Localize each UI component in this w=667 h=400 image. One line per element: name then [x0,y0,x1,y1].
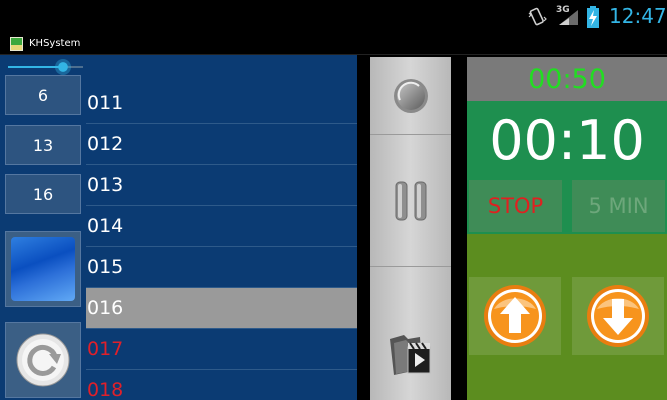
list-item[interactable]: 011 [86,83,357,124]
blue-square-icon [11,237,75,301]
stop-button[interactable]: STOP [469,180,562,232]
secondary-timer: 00:50 [467,57,667,101]
number-button-2[interactable]: 13 [5,125,81,165]
arrow-controls [467,234,667,400]
arrow-down-icon [587,285,649,347]
action-bar: KHSystem [0,33,667,55]
number-button-3[interactable]: 16 [5,174,81,214]
blue-square-button[interactable] [5,231,81,307]
list-item[interactable]: 012 [86,124,357,165]
main-timer: 00:10 [467,101,667,180]
media-controls [370,57,451,400]
record-button-icon [393,78,428,113]
timer-panel: 00:50 00:10 STOP 5 MIN [467,57,667,400]
refresh-button[interactable] [5,322,81,398]
song-list: 011 012 013 014 015 016 017 018 [86,83,357,400]
decrease-button[interactable] [572,277,664,355]
list-item[interactable]: 017 [86,329,357,370]
refresh-icon [16,333,70,387]
record-button[interactable] [370,57,451,134]
list-item[interactable]: 014 [86,206,357,247]
list-item[interactable]: 015 [86,247,357,288]
increase-button[interactable] [469,277,561,355]
five-min-button[interactable]: 5 MIN [572,180,665,232]
video-folder-button[interactable] [370,267,451,400]
vibrate-icon [528,7,547,26]
list-item[interactable]: 013 [86,165,357,206]
arrow-up-icon [484,285,546,347]
status-time: 12:47 [609,4,667,28]
battery-charging-icon [587,6,599,28]
number-button-1[interactable]: 6 [5,75,81,115]
app-title: KHSystem [29,38,81,49]
timer-controls: STOP 5 MIN [467,180,667,234]
left-panel: 6 13 16 011 012 013 014 015 016 017 018 [0,55,357,400]
pause-icon [395,181,426,220]
slider-thumb[interactable] [55,59,71,75]
app-icon [10,37,23,51]
signal-icon [559,10,578,25]
pause-button[interactable] [370,135,451,266]
video-folder-icon [389,334,430,375]
list-item-selected[interactable]: 016 [86,288,357,329]
list-item[interactable]: 018 [86,370,357,400]
status-bar: 3G 12:47 [0,0,667,33]
volume-slider[interactable] [8,59,83,75]
